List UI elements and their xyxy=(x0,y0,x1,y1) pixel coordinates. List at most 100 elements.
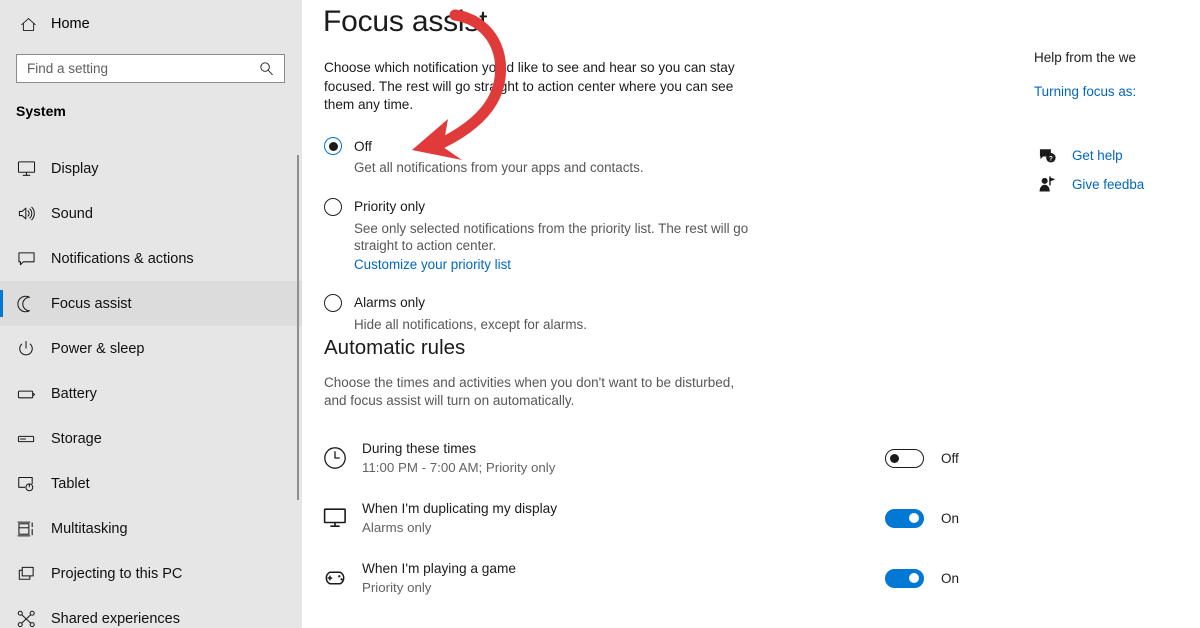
speaker-icon xyxy=(17,203,41,225)
rule-subtitle: Alarms only xyxy=(362,520,432,535)
rule-row-playing-a-game[interactable]: When I'm playing a game Priority only On xyxy=(318,548,959,608)
radio-option-alarms-only[interactable]: Alarms only Hide all notifications, exce… xyxy=(324,293,764,334)
multitasking-icon xyxy=(17,518,41,540)
search-input[interactable] xyxy=(17,55,252,82)
toggle-state-label: On xyxy=(941,570,960,586)
automatic-rules-heading: Automatic rules xyxy=(324,336,466,359)
shared-experiences-icon xyxy=(17,608,41,628)
sidebar-item-focus-assist[interactable]: Focus assist xyxy=(0,281,302,326)
sidebar-item-projecting-to-this-pc[interactable]: Projecting to this PC xyxy=(0,551,302,596)
radio-option-priority-only-description: See only selected notifications from the… xyxy=(354,220,749,254)
radio-button-priority-only[interactable] xyxy=(324,197,342,216)
sidebar-item-battery[interactable]: Battery xyxy=(0,371,302,416)
chat-bubble-icon xyxy=(17,248,41,270)
radio-option-off[interactable]: Off Get all notifications from your apps… xyxy=(324,136,764,177)
sidebar-item-home-label: Home xyxy=(51,16,90,32)
sidebar-item-label: Shared experiences xyxy=(51,610,180,627)
help-panel-heading: Help from the we xyxy=(1034,50,1137,65)
sidebar-item-shared-experiences[interactable]: Shared experiences xyxy=(0,596,302,628)
sidebar-item-power-sleep[interactable]: Power & sleep xyxy=(0,326,302,371)
sidebar-item-label: Storage xyxy=(51,430,102,447)
page-intro-text: Choose which notification you'd like to … xyxy=(324,60,735,112)
rule-text: When I'm playing a game Priority only xyxy=(362,560,738,596)
customize-priority-list-link[interactable]: Customize your priority list xyxy=(354,257,511,272)
rule-toggle-group: Off xyxy=(885,448,959,468)
toggle-playing-a-game[interactable] xyxy=(885,568,924,588)
support-links: ? Get help Give feedba xyxy=(1034,141,1200,199)
sidebar-item-label: Battery xyxy=(51,385,97,402)
radio-option-alarms-only-description: Hide all notifications, except for alarm… xyxy=(354,316,587,332)
sidebar-item-label: Tablet xyxy=(51,475,90,492)
give-feedback-label: Give feedba xyxy=(1072,177,1145,192)
radio-option-priority-only[interactable]: Priority only See only selected notifica… xyxy=(324,197,764,274)
help-panel-link[interactable]: Turning focus as: xyxy=(1034,84,1200,99)
rule-row-during-these-times[interactable]: During these times 11:00 PM - 7:00 AM; P… xyxy=(318,428,959,488)
rule-text: During these times 11:00 PM - 7:00 AM; P… xyxy=(362,440,738,476)
battery-icon xyxy=(17,383,41,405)
sidebar-item-label: Focus assist xyxy=(51,295,132,312)
toggle-state-label: On xyxy=(941,510,960,526)
rule-row-app-full-screen[interactable]: When I'm using an app in full screen xyxy=(318,608,738,628)
rule-subtitle: Priority only xyxy=(362,580,432,595)
radio-option-priority-only-label: Priority only xyxy=(354,199,426,214)
sidebar-item-multitasking[interactable]: Multitasking xyxy=(0,506,302,551)
automatic-rules-list: During these times 11:00 PM - 7:00 AM; P… xyxy=(318,428,959,628)
sidebar-nav-list: Display Sound Notifications & actions Fo… xyxy=(0,146,302,628)
sidebar-scrollbar[interactable] xyxy=(297,155,299,500)
rule-name: When I'm duplicating my display xyxy=(362,501,558,516)
rule-toggle-group: On xyxy=(885,508,960,528)
get-help-label: Get help xyxy=(1072,148,1123,163)
toggle-during-these-times[interactable] xyxy=(885,448,924,468)
monitor-icon xyxy=(318,503,352,533)
settings-window: Home System Displ xyxy=(0,0,1200,628)
radio-option-alarms-only-label: Alarms only xyxy=(354,295,426,310)
rule-name: When I'm playing a game xyxy=(362,561,517,576)
drive-icon xyxy=(17,428,41,450)
tablet-icon xyxy=(17,473,41,495)
sidebar-item-label: Display xyxy=(51,160,99,177)
gamepad-icon xyxy=(318,563,352,593)
rule-toggle-group: On xyxy=(885,568,960,588)
sidebar-item-display[interactable]: Display xyxy=(0,146,302,191)
sidebar-item-home[interactable]: Home xyxy=(0,8,290,40)
search-icon[interactable] xyxy=(252,61,280,76)
moon-icon xyxy=(17,293,41,315)
page-title: Focus assist xyxy=(323,5,488,38)
projecting-icon xyxy=(17,563,41,585)
sidebar: Home System Displ xyxy=(0,0,302,628)
sidebar-item-label: Multitasking xyxy=(51,520,128,537)
monitor-icon xyxy=(17,158,41,180)
focus-assist-radio-group: Off Get all notifications from your apps… xyxy=(324,136,764,333)
rule-text: When I'm duplicating my display Alarms o… xyxy=(362,500,738,536)
sidebar-item-label: Power & sleep xyxy=(51,340,145,357)
radio-button-alarms-only[interactable] xyxy=(324,293,342,312)
power-icon xyxy=(17,338,41,360)
rule-row-duplicating-display[interactable]: When I'm duplicating my display Alarms o… xyxy=(318,488,959,548)
rule-subtitle: 11:00 PM - 7:00 AM; Priority only xyxy=(362,460,556,475)
clock-icon xyxy=(318,443,352,473)
give-feedback-icon xyxy=(1034,175,1060,195)
give-feedback-row[interactable]: Give feedba xyxy=(1034,170,1200,199)
toggle-state-label: Off xyxy=(941,450,959,466)
sidebar-item-notifications-actions[interactable]: Notifications & actions xyxy=(0,236,302,281)
get-help-icon: ? xyxy=(1034,146,1060,166)
sidebar-item-label: Sound xyxy=(51,205,93,222)
sidebar-item-tablet[interactable]: Tablet xyxy=(0,461,302,506)
help-panel: Help from the we Turning focus as: ? Get… xyxy=(1034,50,1200,199)
radio-option-off-description: Get all notifications from your apps and… xyxy=(354,160,644,175)
radio-button-off[interactable] xyxy=(324,137,342,155)
get-help-row[interactable]: ? Get help xyxy=(1034,141,1200,170)
rule-name: During these times xyxy=(362,441,477,456)
sidebar-item-sound[interactable]: Sound xyxy=(0,191,302,236)
sidebar-item-label: Notifications & actions xyxy=(51,250,194,267)
home-icon xyxy=(17,14,39,34)
sidebar-item-label: Projecting to this PC xyxy=(51,565,183,582)
toggle-duplicating-display[interactable] xyxy=(885,508,924,528)
radio-option-off-label: Off xyxy=(354,138,372,154)
automatic-rules-description: Choose the times and activities when you… xyxy=(324,375,735,408)
search-box[interactable] xyxy=(16,54,285,83)
svg-text:?: ? xyxy=(1048,156,1052,163)
sidebar-item-storage[interactable]: Storage xyxy=(0,416,302,461)
sidebar-section-title: System xyxy=(16,103,66,119)
fullscreen-icon xyxy=(318,622,352,628)
